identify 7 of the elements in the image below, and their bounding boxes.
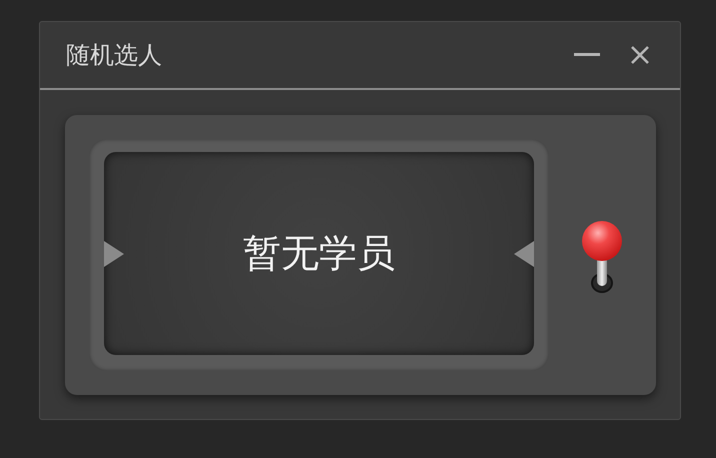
pointer-icon bbox=[104, 240, 124, 266]
student-name: 暂无学员 bbox=[243, 230, 395, 277]
lever-handle[interactable] bbox=[580, 220, 624, 294]
close-icon[interactable] bbox=[630, 45, 650, 65]
minimize-icon[interactable] bbox=[574, 52, 600, 58]
window-title: 随机选人 bbox=[66, 40, 162, 71]
pointer-icon bbox=[514, 240, 534, 266]
